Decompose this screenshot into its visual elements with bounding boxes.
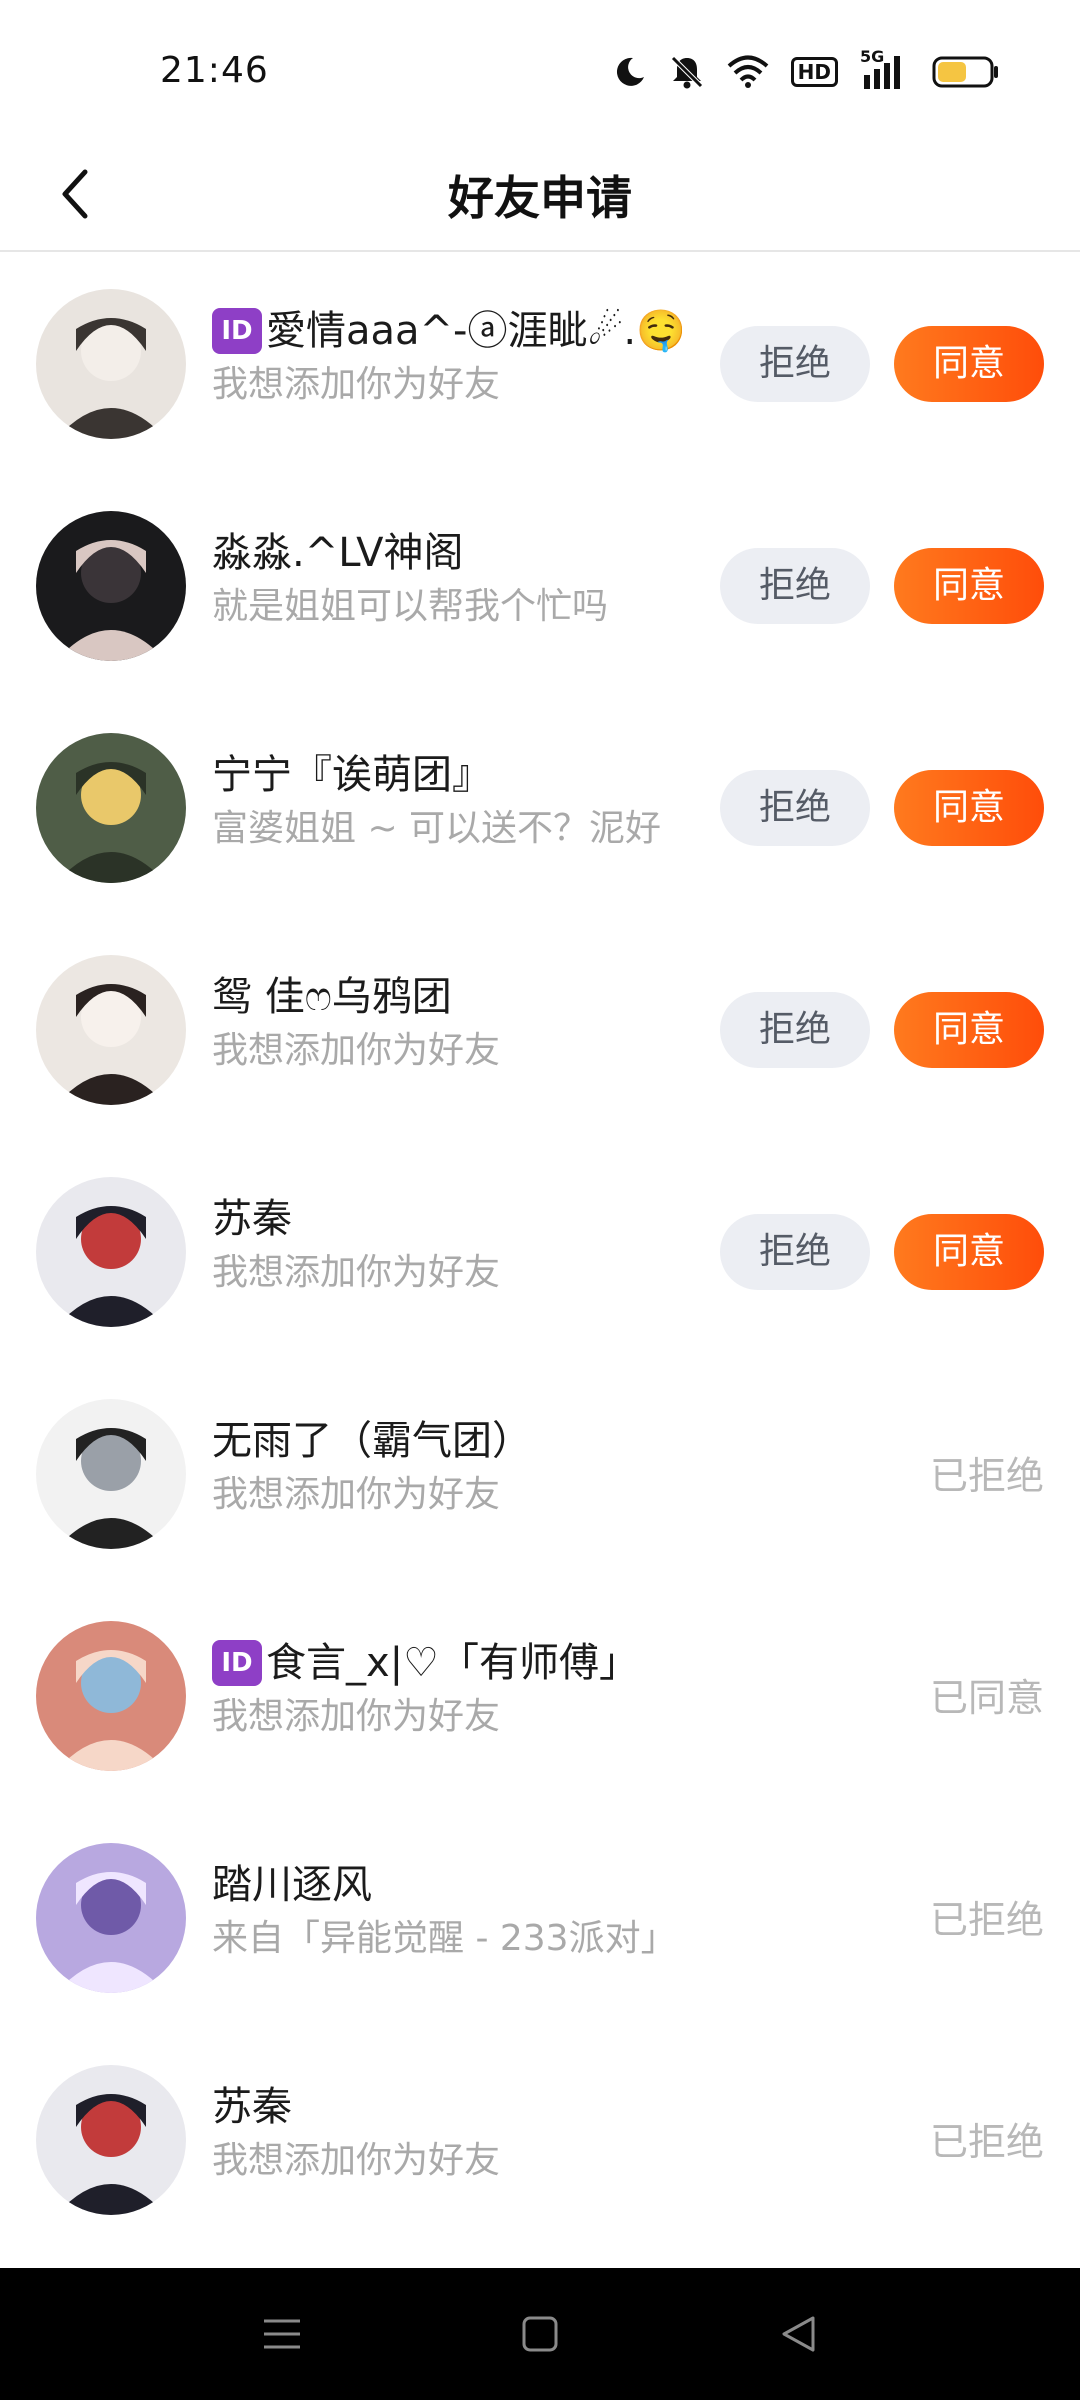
request-text: ID 愛情aaa^-ⓐ涯眦☄.🤤 我想添加你为好友 <box>212 305 712 409</box>
requester-name: 淼淼.^LV神阁 <box>212 527 712 579</box>
avatar[interactable] <box>36 955 186 1105</box>
accept-button[interactable]: 同意 <box>894 326 1044 402</box>
request-row[interactable]: 宁宁『诶萌团』 富婆姐姐 ~ 可以送不？泥好 拒绝 同意 <box>0 697 1080 919</box>
request-row[interactable]: 无雨了（霸气团） 我想添加你为好友 已拒绝 <box>0 1363 1080 1585</box>
request-row[interactable]: 苏秦 我想添加你为好友 拒绝 同意 <box>0 1141 1080 1363</box>
home-button[interactable] <box>510 2304 570 2364</box>
request-status: 已拒绝 <box>929 1898 1044 1942</box>
requester-name: 无雨了（霸气团） <box>212 1415 712 1467</box>
friend-requests-screen: 21:46 HD 5G 好友申请 ID 愛情aaa^-ⓐ涯眦☄.🤤 我想添加你为… <box>0 0 1080 2400</box>
requester-name-text: 宁宁『诶萌团』 <box>212 752 492 798</box>
request-message: 我想添加你为好友 <box>212 364 501 405</box>
status-bar: 21:46 HD 5G <box>0 0 1080 140</box>
requester-name-text: 苏秦 <box>212 2084 292 2130</box>
requester-name: 踏川逐风 <box>212 1859 712 1911</box>
request-text: 踏川逐风来自「异能觉醒 - 233派对」 <box>212 1859 712 1963</box>
page-title: 好友申请 <box>448 171 632 225</box>
request-row[interactable]: 踏川逐风来自「异能觉醒 - 233派对」 已拒绝 <box>0 1807 1080 2029</box>
requester-name-text: 淼淼.^LV神阁 <box>212 530 464 576</box>
reject-button[interactable]: 拒绝 <box>720 326 870 402</box>
request-row[interactable]: ID 愛情aaa^-ⓐ涯眦☄.🤤 我想添加你为好友 拒绝 同意 <box>0 253 1080 475</box>
request-message: 我想添加你为好友 <box>212 1030 501 1071</box>
avatar[interactable] <box>36 289 186 439</box>
request-row[interactable]: 苏秦我想添加你为好友 已拒绝 <box>0 2029 1080 2251</box>
request-status: 已拒绝 <box>929 1454 1044 1498</box>
requester-name: 苏秦 <box>212 1193 712 1245</box>
requester-name: 苏秦 <box>212 2081 712 2133</box>
avatar[interactable] <box>36 1843 186 1993</box>
avatar[interactable] <box>36 2065 186 2215</box>
battery-icon <box>932 56 1000 88</box>
request-row[interactable]: 鸳 佳ෆ乌鸦团 我想添加你为好友 拒绝 同意 <box>0 919 1080 1141</box>
home-square-icon <box>522 2316 558 2352</box>
request-text: 淼淼.^LV神阁就是姐姐可以帮我个忙吗 <box>212 527 712 631</box>
avatar[interactable] <box>36 1399 186 1549</box>
menu-icon <box>264 2319 300 2349</box>
request-row[interactable]: ID 食言_x|♡「有师傅」我想添加你为好友 已同意 <box>0 1585 1080 1807</box>
request-list: ID 愛情aaa^-ⓐ涯眦☄.🤤 我想添加你为好友 拒绝 同意 淼淼.^LV神阁 就是姐姐可… <box>0 253 1080 2251</box>
accept-button[interactable]: 同意 <box>894 548 1044 624</box>
requester-name-text: 无雨了（霸气团） <box>212 1418 532 1464</box>
status-time: 21:46 <box>160 50 269 91</box>
accept-button[interactable]: 同意 <box>894 1214 1044 1290</box>
header: 好友申请 <box>0 140 1080 252</box>
request-status: 已同意 <box>929 1676 1044 1720</box>
request-row[interactable]: 淼淼.^LV神阁 就是姐姐可以帮我个忙吗 拒绝 同意 <box>0 475 1080 697</box>
request-message: 我想添加你为好友 <box>212 1696 501 1737</box>
back-triangle-icon <box>782 2316 815 2352</box>
request-text: 苏秦我想添加你为好友 <box>212 1193 712 1297</box>
id-badge-icon: ID <box>212 1640 262 1686</box>
reject-button[interactable]: 拒绝 <box>720 1214 870 1290</box>
request-status: 已拒绝 <box>929 2120 1044 2164</box>
signal-5g-icon: 5G <box>860 47 910 91</box>
reject-button[interactable]: 拒绝 <box>720 770 870 846</box>
accept-button[interactable]: 同意 <box>894 770 1044 846</box>
requester-name-text: 食言_x|♡「有师傅」 <box>266 1640 640 1686</box>
requester-name-text: 踏川逐风 <box>212 1862 372 1908</box>
avatar[interactable] <box>36 1177 186 1327</box>
requester-name-text: 苏秦 <box>212 1196 292 1242</box>
id-badge-icon: ID <box>212 308 262 354</box>
nav-back-button[interactable] <box>768 2304 828 2364</box>
bell-muted-icon <box>669 54 705 90</box>
avatar[interactable] <box>36 511 186 661</box>
request-message: 我想添加你为好友 <box>212 1252 501 1293</box>
requester-name: 鸳 佳ෆ乌鸦团 <box>212 971 712 1023</box>
requester-name-text: 鸳 佳ෆ乌鸦团 <box>212 974 452 1020</box>
request-message: 来自「异能觉醒 - 233派对」 <box>212 1918 677 1959</box>
request-text: 苏秦我想添加你为好友 <box>212 2081 712 2185</box>
status-icons: HD 5G <box>613 47 1000 94</box>
request-text: 鸳 佳ෆ乌鸦团我想添加你为好友 <box>212 971 712 1075</box>
request-message: 我想添加你为好友 <box>212 2140 501 2181</box>
request-message: 就是姐姐可以帮我个忙吗 <box>212 586 609 627</box>
request-text: ID 食言_x|♡「有师傅」我想添加你为好友 <box>212 1637 712 1741</box>
requester-name: ID 食言_x|♡「有师傅」 <box>212 1637 712 1689</box>
wifi-icon <box>727 55 769 89</box>
avatar[interactable] <box>36 1621 186 1771</box>
requester-name: ID 愛情aaa^-ⓐ涯眦☄.🤤 <box>212 305 712 357</box>
menu-button[interactable] <box>252 2304 312 2364</box>
request-text: 无雨了（霸气团） 我想添加你为好友 <box>212 1415 712 1519</box>
hd-icon: HD <box>790 57 838 87</box>
request-message: 我想添加你为好友 <box>212 1474 501 1515</box>
request-text: 宁宁『诶萌团』富婆姐姐 ~ 可以送不？泥好 <box>212 749 712 853</box>
avatar[interactable] <box>36 733 186 883</box>
request-message: 富婆姐姐 ~ 可以送不？泥好 <box>212 808 662 849</box>
moon-icon <box>613 55 647 89</box>
reject-button[interactable]: 拒绝 <box>720 548 870 624</box>
requester-name: 宁宁『诶萌团』 <box>212 749 712 801</box>
requester-name-text: 愛情aaa^-ⓐ涯眦☄.🤤 <box>266 308 686 354</box>
accept-button[interactable]: 同意 <box>894 992 1044 1068</box>
system-nav-bar <box>0 2268 1080 2400</box>
reject-button[interactable]: 拒绝 <box>720 992 870 1068</box>
